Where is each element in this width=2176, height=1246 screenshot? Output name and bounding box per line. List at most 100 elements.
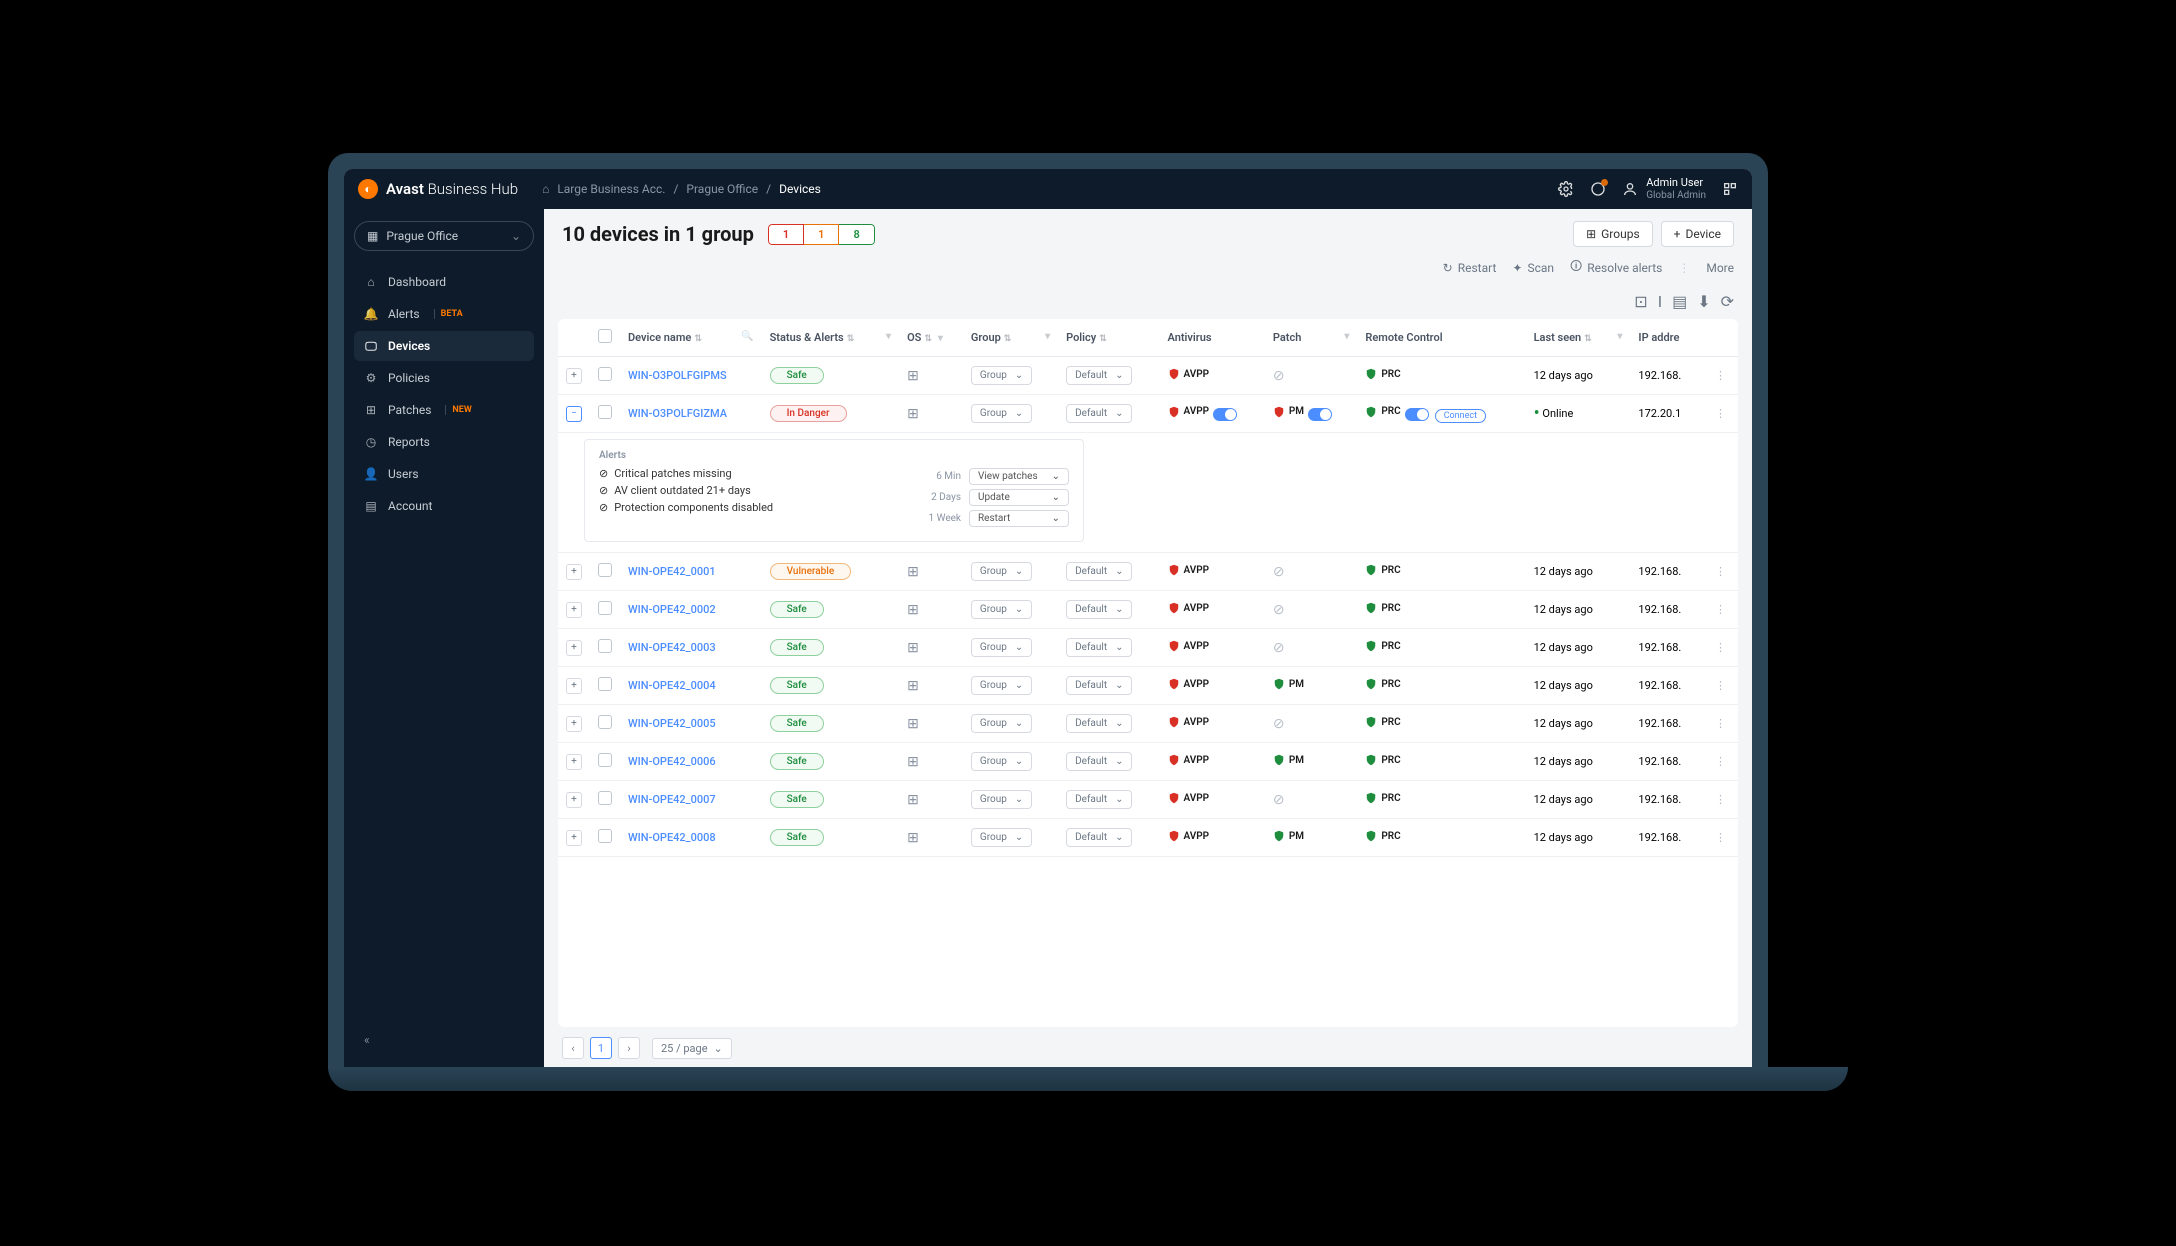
col-policy[interactable]: Policy⇅ [1058, 319, 1159, 357]
filter-icon[interactable]: ▾ [1045, 331, 1050, 342]
notification-icon[interactable] [1590, 181, 1606, 197]
alert-action-select[interactable]: View patches ⌄ [969, 468, 1069, 485]
group-select[interactable]: Group ⌄ [971, 638, 1032, 657]
sidebar-item-devices[interactable]: 🖵Devices [354, 331, 534, 361]
policy-select[interactable]: Default ⌄ [1066, 638, 1132, 657]
add-device-button[interactable]: +Device [1661, 221, 1734, 247]
device-name-link[interactable]: WIN-OPE42_0007 [628, 793, 716, 806]
filter-icon[interactable]: ▾ [938, 333, 943, 344]
col-os[interactable]: OS⇅▾ [899, 319, 963, 357]
expand-row-button[interactable]: + [566, 754, 582, 770]
row-menu-button[interactable]: ⋮ [1711, 565, 1730, 578]
col-status[interactable]: Status & Alerts⇅▾ [762, 319, 899, 357]
group-select[interactable]: Group ⌄ [971, 828, 1032, 847]
restart-action[interactable]: ↻Restart [1443, 261, 1497, 275]
policy-select[interactable]: Default ⌄ [1066, 562, 1132, 581]
status-summary[interactable]: 1 1 8 [768, 224, 875, 245]
group-select[interactable]: Group ⌄ [971, 676, 1032, 695]
row-checkbox[interactable] [598, 753, 612, 767]
search-icon[interactable]: 🔍 [741, 331, 753, 342]
sidebar-item-users[interactable]: 👤Users [354, 459, 534, 489]
row-menu-button[interactable]: ⋮ [1711, 369, 1730, 382]
col-remote[interactable]: Remote Control [1357, 319, 1525, 357]
page-1-button[interactable]: 1 [590, 1037, 612, 1059]
prc-toggle[interactable] [1405, 408, 1429, 421]
row-menu-button[interactable]: ⋮ [1711, 641, 1730, 654]
select-all-checkbox[interactable] [598, 329, 612, 343]
sidebar-item-patches[interactable]: ⊞PatchesNEW [354, 395, 534, 425]
settings-icon[interactable] [1558, 181, 1574, 197]
device-name-link[interactable]: WIN-OPE42_0001 [628, 565, 716, 578]
col-patch[interactable]: Patch▾ [1265, 319, 1358, 357]
row-checkbox[interactable] [598, 405, 612, 419]
policy-select[interactable]: Default ⌄ [1066, 404, 1132, 423]
page-size-select[interactable]: 25 / page⌄ [652, 1038, 732, 1059]
device-name-link[interactable]: WIN-OPE42_0004 [628, 679, 716, 692]
group-select[interactable]: Group ⌄ [971, 714, 1032, 733]
sidebar-item-dashboard[interactable]: ⌂Dashboard [354, 267, 534, 297]
sidebar-item-reports[interactable]: ◷Reports [354, 427, 534, 457]
group-select[interactable]: Group ⌄ [971, 600, 1032, 619]
expand-row-button[interactable]: + [566, 602, 582, 618]
policy-select[interactable]: Default ⌄ [1066, 790, 1132, 809]
policy-select[interactable]: Default ⌄ [1066, 714, 1132, 733]
col-group[interactable]: Group⇅▾ [963, 319, 1058, 357]
policy-select[interactable]: Default ⌄ [1066, 752, 1132, 771]
refresh-icon[interactable]: ⟳ [1721, 292, 1734, 311]
alert-action-select[interactable]: Update ⌄ [969, 489, 1069, 506]
expand-row-button[interactable]: + [566, 640, 582, 656]
col-lastseen[interactable]: Last seen⇅▾ [1526, 319, 1631, 357]
group-select[interactable]: Group ⌄ [971, 404, 1032, 423]
expand-row-button[interactable]: + [566, 716, 582, 732]
expand-row-button[interactable]: + [566, 678, 582, 694]
row-checkbox[interactable] [598, 715, 612, 729]
device-name-link[interactable]: WIN-OPE42_0008 [628, 831, 716, 844]
expand-row-button[interactable]: + [566, 564, 582, 580]
expand-row-button[interactable]: − [566, 406, 582, 422]
policy-select[interactable]: Default ⌄ [1066, 600, 1132, 619]
expand-row-button[interactable]: + [566, 830, 582, 846]
text-icon[interactable]: I [1658, 292, 1662, 311]
device-name-link[interactable]: WIN-O3POLFGIZMA [628, 407, 727, 420]
breadcrumb-root[interactable]: Large Business Acc. [557, 182, 665, 196]
row-checkbox[interactable] [598, 791, 612, 805]
connect-button[interactable]: Connect [1435, 409, 1486, 423]
status-pill-vulnerable[interactable]: 1 [804, 224, 839, 245]
group-select[interactable]: Group ⌄ [971, 562, 1032, 581]
row-menu-button[interactable]: ⋮ [1711, 603, 1730, 616]
row-checkbox[interactable] [598, 367, 612, 381]
download-icon[interactable]: ⬇ [1697, 292, 1710, 311]
resolve-alerts-action[interactable]: 🛈Resolve alerts [1570, 257, 1662, 278]
group-select[interactable]: Group ⌄ [971, 790, 1032, 809]
group-select[interactable]: Group ⌄ [971, 366, 1032, 385]
av-toggle[interactable] [1213, 408, 1237, 421]
home-icon[interactable]: ⌂ [542, 182, 549, 196]
groups-button[interactable]: ⊞Groups [1573, 221, 1653, 247]
row-checkbox[interactable] [598, 829, 612, 843]
row-checkbox[interactable] [598, 563, 612, 577]
device-name-link[interactable]: WIN-OPE42_0003 [628, 641, 716, 654]
pm-toggle[interactable] [1308, 408, 1332, 421]
filter-icon[interactable]: ▾ [1617, 331, 1622, 342]
scan-action[interactable]: ✦Scan [1512, 261, 1554, 275]
status-pill-danger[interactable]: 1 [768, 224, 804, 245]
row-menu-button[interactable]: ⋮ [1711, 755, 1730, 768]
col-device[interactable]: Device name⇅🔍 [620, 319, 762, 357]
device-name-link[interactable]: WIN-OPE42_0002 [628, 603, 716, 616]
row-checkbox[interactable] [598, 601, 612, 615]
alert-action-select[interactable]: Restart ⌄ [969, 510, 1069, 527]
sidebar-item-policies[interactable]: ⚙Policies [354, 363, 534, 393]
group-select[interactable]: Group ⌄ [971, 752, 1032, 771]
row-menu-button[interactable]: ⋮ [1711, 717, 1730, 730]
filter-icon[interactable]: ▾ [1344, 331, 1349, 342]
next-page-button[interactable]: › [618, 1037, 640, 1059]
col-ip[interactable]: IP addre [1630, 319, 1703, 357]
row-menu-button[interactable]: ⋮ [1711, 831, 1730, 844]
office-selector[interactable]: ▦ Prague Office ⌄ [354, 221, 534, 251]
policy-select[interactable]: Default ⌄ [1066, 676, 1132, 695]
row-menu-button[interactable]: ⋮ [1711, 679, 1730, 692]
filter-icon[interactable]: ▾ [886, 331, 891, 342]
row-checkbox[interactable] [598, 677, 612, 691]
expand-row-button[interactable]: + [566, 792, 582, 808]
policy-select[interactable]: Default ⌄ [1066, 366, 1132, 385]
